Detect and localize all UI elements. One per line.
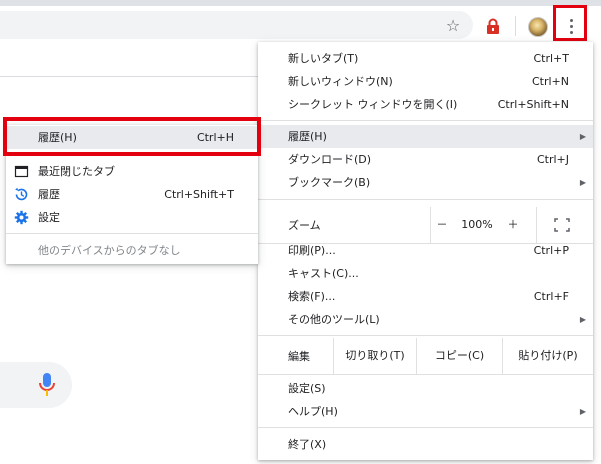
submenu-item-recently-closed[interactable]: 最近閉じたタブ xyxy=(6,160,258,183)
menu-item-label: シークレット ウィンドウを開く(I) xyxy=(288,98,458,111)
menu-item-label: 印刷(P)... xyxy=(288,244,336,257)
menu-item-label: ダウンロード(D) xyxy=(288,153,372,166)
history-clock-icon xyxy=(14,187,29,202)
chevron-right-icon: ▶ xyxy=(579,315,586,324)
menu-item-history[interactable]: 履歴(H) ▶ xyxy=(258,125,593,148)
menu-item-bookmarks[interactable]: ブックマーク(B) ▶ xyxy=(258,171,593,194)
menu-separator xyxy=(258,199,593,200)
zoom-in-button[interactable]: ＋ xyxy=(498,207,528,243)
menu-item-more-tools[interactable]: その他のツール(L) ▶ xyxy=(258,308,593,331)
content-divider xyxy=(0,76,258,77)
chrome-main-menu: 新しいタブ(T) Ctrl+T 新しいウィンドウ(N) Ctrl+N シークレッ… xyxy=(258,42,593,460)
fullscreen-icon[interactable] xyxy=(554,218,570,232)
menu-item-label: 新しいウィンドウ(N) xyxy=(288,75,393,88)
menu-item-new-tab[interactable]: 新しいタブ(T) Ctrl+T xyxy=(258,47,593,70)
menu-item-label: 履歴(H) xyxy=(288,130,327,143)
submenu-item-settings[interactable]: 設定 xyxy=(6,206,258,229)
zoom-divider xyxy=(536,207,537,243)
chevron-right-icon: ▶ xyxy=(579,178,586,187)
menu-item-shortcut: Ctrl+P xyxy=(533,244,569,257)
cut-button[interactable]: 切り取り(T) xyxy=(333,338,416,374)
menu-item-shortcut: Ctrl+N xyxy=(531,75,569,88)
star-icon[interactable]: ☆ xyxy=(444,17,462,35)
history-highlight-box xyxy=(3,117,261,156)
tab-icon xyxy=(14,164,29,179)
menu-zoom-row: ズーム － 100% ＋ xyxy=(258,207,593,243)
menu-item-incognito[interactable]: シークレット ウィンドウを開く(I) Ctrl+Shift+N xyxy=(258,93,593,116)
menu-item-shortcut: Ctrl+J xyxy=(536,153,569,166)
menu-item-label: その他のツール(L) xyxy=(288,313,380,326)
zoom-level: 100% xyxy=(461,218,493,231)
microphone-icon[interactable] xyxy=(38,372,56,398)
menu-item-cast[interactable]: キャスト(C)... xyxy=(258,262,593,285)
submenu-item-label: 最近閉じたタブ xyxy=(38,165,115,178)
menu-separator xyxy=(258,374,593,375)
menu-item-help[interactable]: ヘルプ(H) ▶ xyxy=(258,400,593,423)
zoom-out-button[interactable]: － xyxy=(428,207,456,243)
menu-item-label: 終了(X) xyxy=(288,438,327,451)
zoom-label: ズーム xyxy=(288,219,321,232)
menu-edit-row: 編集 切り取り(T) コピー(C) 貼り付け(P) xyxy=(258,338,593,374)
menu-item-label: キャスト(C)... xyxy=(288,267,359,280)
edit-label: 編集 xyxy=(288,350,310,363)
submenu-item-shortcut: Ctrl+Shift+T xyxy=(164,188,234,201)
address-bar[interactable] xyxy=(0,11,473,39)
browser-toolbar: ☆ xyxy=(0,6,601,44)
chevron-right-icon: ▶ xyxy=(579,132,586,141)
submenu-item-label: 設定 xyxy=(38,211,60,224)
menu-item-shortcut: Ctrl+F xyxy=(533,290,569,303)
avatar[interactable] xyxy=(528,17,548,37)
submenu-item-label: 履歴 xyxy=(38,188,60,201)
menu-item-find[interactable]: 検索(F)... Ctrl+F xyxy=(258,285,593,308)
submenu-item-label: 他のデバイスからのタブなし xyxy=(38,244,181,257)
menu-item-label: 検索(F)... xyxy=(288,290,336,303)
paste-button[interactable]: 貼り付け(P) xyxy=(502,338,593,374)
menu-item-shortcut: Ctrl+Shift+N xyxy=(497,98,569,111)
menu-item-shortcut: Ctrl+T xyxy=(533,52,569,65)
copy-button[interactable]: コピー(C) xyxy=(416,338,502,374)
menu-separator xyxy=(258,120,593,121)
submenu-item-history-page[interactable]: 履歴 Ctrl+Shift+T xyxy=(6,183,258,206)
menu-separator xyxy=(258,335,593,336)
search-box[interactable] xyxy=(0,362,72,408)
menu-item-label: ヘルプ(H) xyxy=(288,405,338,418)
menu-item-label: ブックマーク(B) xyxy=(288,176,371,189)
menu-item-new-window[interactable]: 新しいウィンドウ(N) Ctrl+N xyxy=(258,70,593,93)
red-lock-icon[interactable] xyxy=(485,18,501,34)
toolbar-divider xyxy=(515,16,516,36)
menu-item-print[interactable]: 印刷(P)... Ctrl+P xyxy=(258,239,593,262)
menu-button-highlight xyxy=(553,5,587,41)
menu-item-label: 設定(S) xyxy=(288,382,326,395)
menu-separator xyxy=(258,427,593,428)
chevron-right-icon: ▶ xyxy=(579,407,586,416)
submenu-item-no-tabs: 他のデバイスからのタブなし xyxy=(6,239,258,262)
menu-item-settings[interactable]: 設定(S) xyxy=(258,377,593,400)
menu-item-downloads[interactable]: ダウンロード(D) Ctrl+J xyxy=(258,148,593,171)
menu-item-exit[interactable]: 終了(X) xyxy=(258,433,593,456)
gear-icon xyxy=(14,210,29,225)
submenu-separator xyxy=(6,233,258,234)
menu-item-label: 新しいタブ(T) xyxy=(288,52,359,65)
